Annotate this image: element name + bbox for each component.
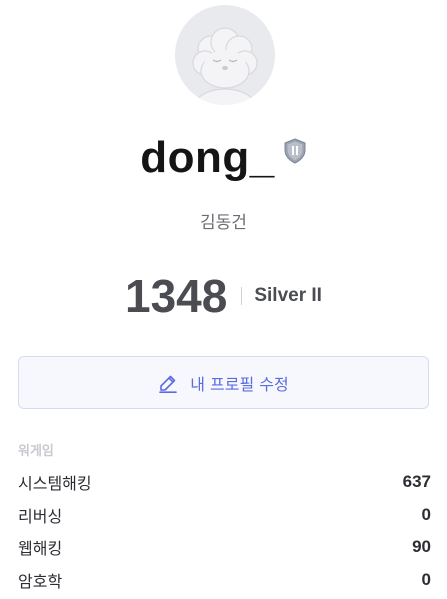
wargame-section-title: 워게임: [18, 444, 54, 459]
username: dong_: [140, 133, 275, 182]
stat-row-system-hacking[interactable]: 시스템해킹 637: [18, 466, 431, 499]
rating-row: 1348 Silver II: [0, 268, 447, 324]
stat-value: 637: [402, 472, 431, 492]
edit-profile-button[interactable]: 내 프로필 수정: [18, 356, 429, 409]
stat-label: 웹해킹: [18, 539, 63, 559]
rating-value: 1348: [125, 270, 228, 322]
wargame-stats-list: 시스템해킹 637 리버싱 0 웹해킹 90 암호학 0: [18, 466, 431, 596]
stat-row-cryptography[interactable]: 암호학 0: [18, 564, 431, 597]
rating-divider: [241, 287, 243, 305]
stat-row-web-hacking[interactable]: 웹해킹 90: [18, 531, 431, 564]
silver-shield-icon[interactable]: [283, 138, 307, 164]
stat-label: 리버싱: [18, 506, 63, 526]
stat-value: 90: [412, 537, 431, 557]
stat-row-reversing[interactable]: 리버싱 0: [18, 499, 431, 532]
stat-value: 0: [421, 504, 431, 524]
real-name: 김동건: [200, 213, 247, 233]
username-row: dong_: [0, 128, 447, 188]
tier-name: Silver II: [254, 285, 322, 306]
stat-value: 0: [421, 569, 431, 589]
stat-label: 암호학: [18, 571, 63, 591]
avatar[interactable]: [175, 5, 275, 105]
stat-label: 시스템해킹: [18, 474, 92, 494]
pencil-icon: [158, 373, 178, 393]
edit-profile-label: 내 프로필 수정: [190, 374, 289, 394]
sheep-avatar-icon: [175, 5, 275, 105]
